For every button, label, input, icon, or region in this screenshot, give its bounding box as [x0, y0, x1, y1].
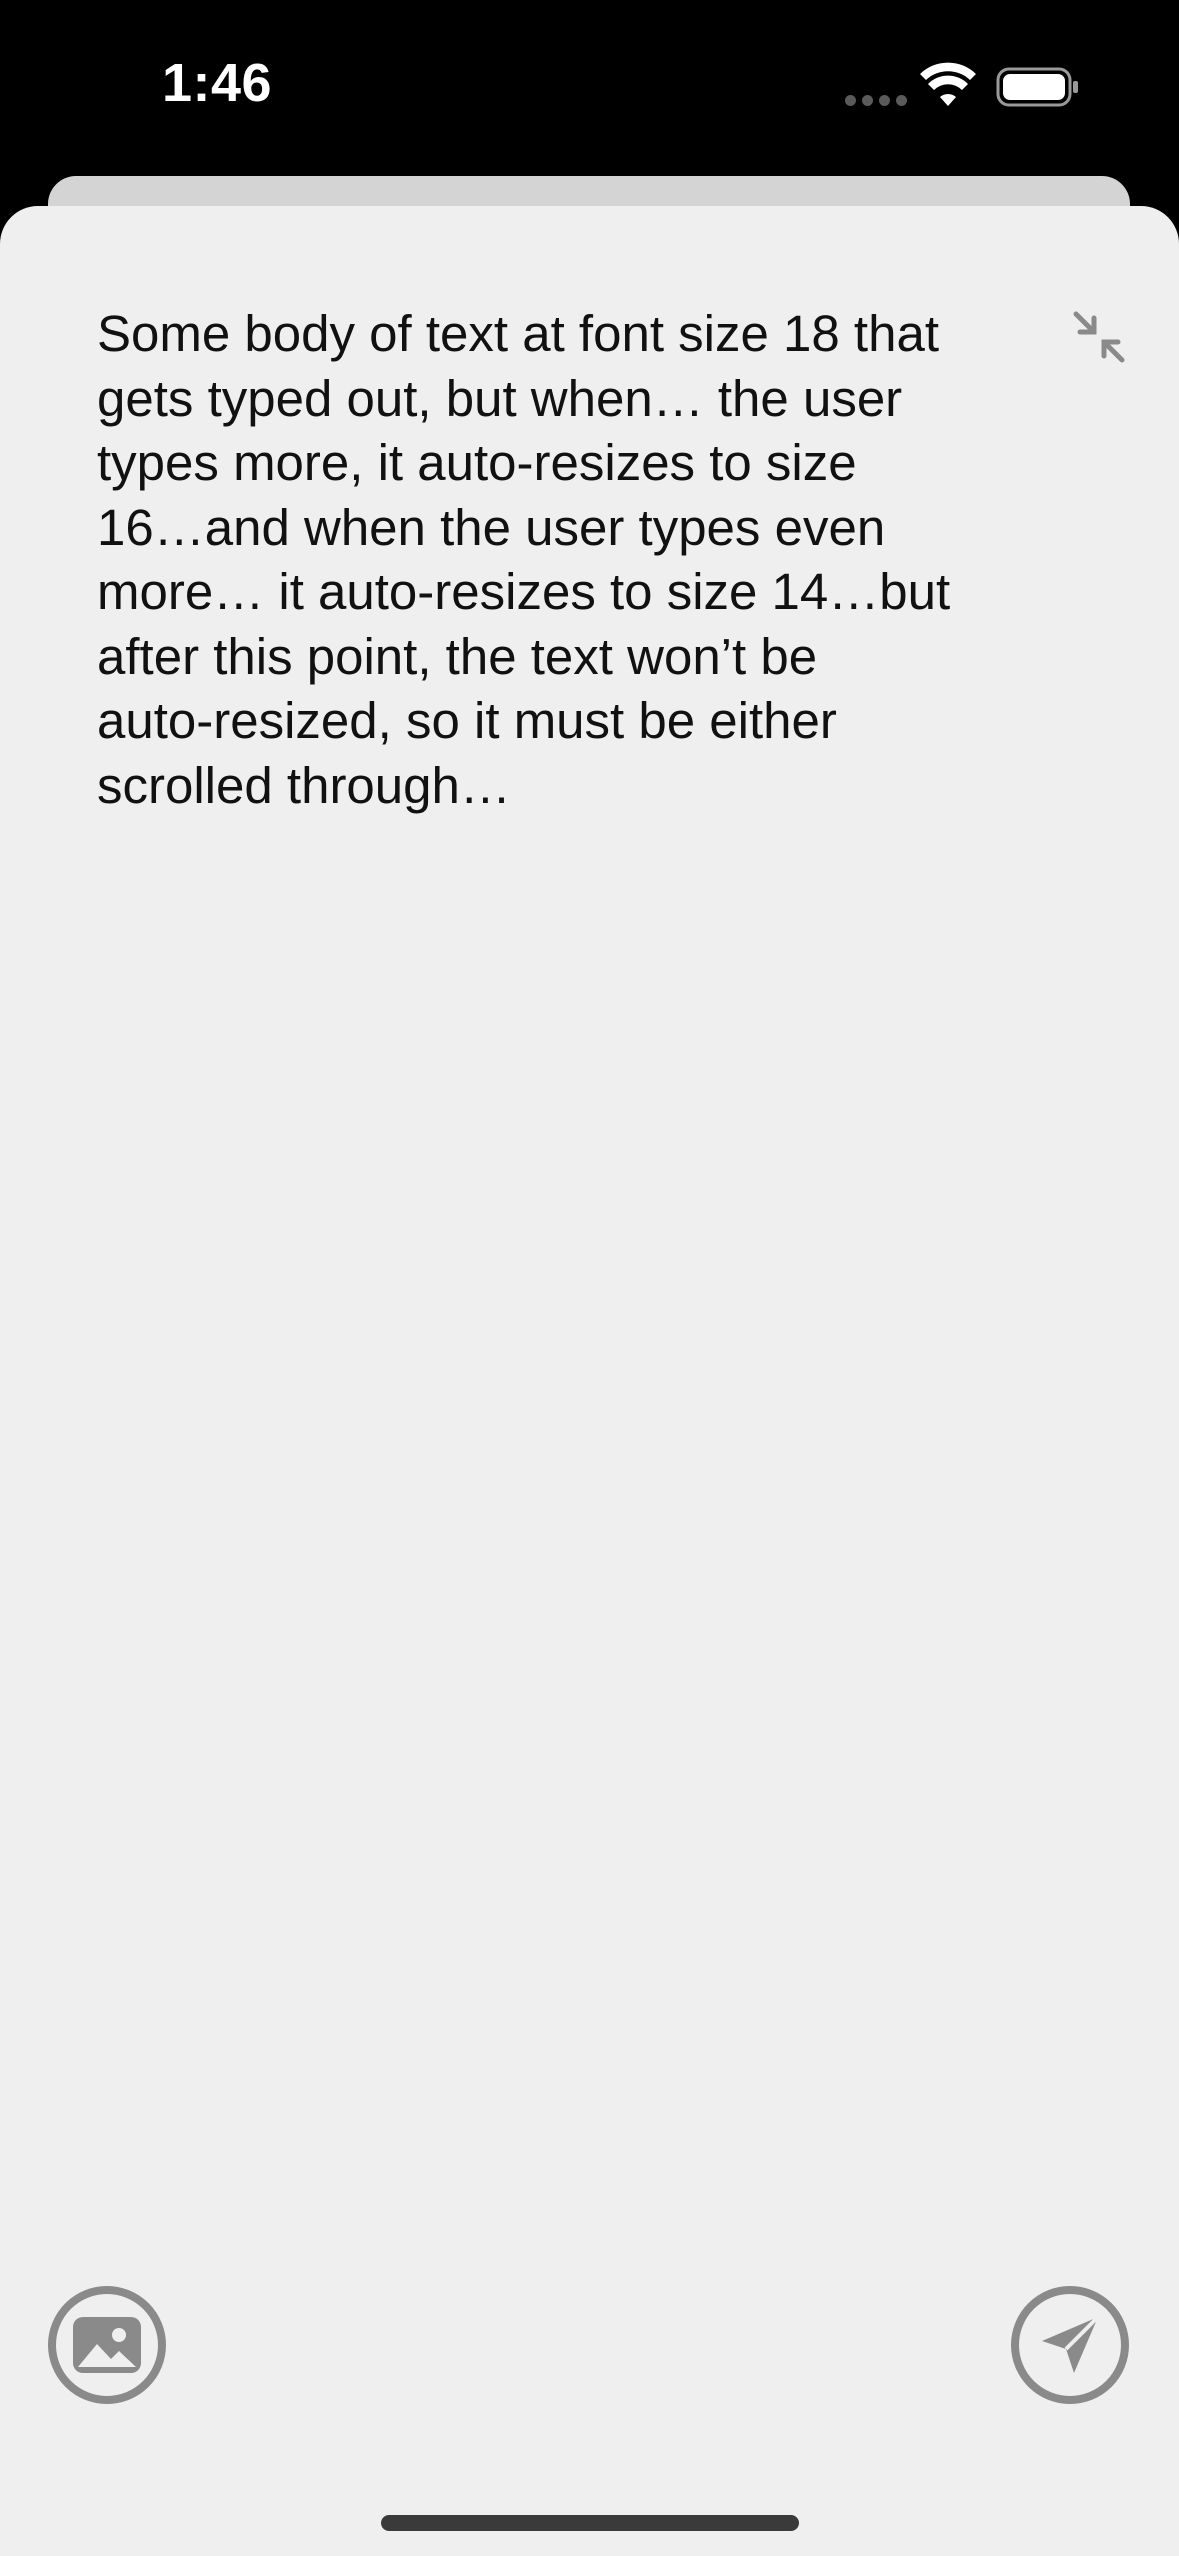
- wifi-icon: [920, 62, 976, 106]
- battery-icon: [996, 67, 1078, 107]
- status-bar: 1:46: [0, 0, 1179, 175]
- send-button[interactable]: [1011, 2286, 1129, 2404]
- home-indicator[interactable]: [381, 2515, 799, 2531]
- signal-icon: [845, 95, 907, 106]
- add-image-button[interactable]: [48, 2286, 166, 2404]
- paper-plane-icon: [1042, 2315, 1100, 2373]
- collapse-button[interactable]: [1068, 306, 1130, 368]
- collapse-arrows-icon: [1073, 311, 1125, 363]
- editor-text-area[interactable]: Some body of text at font size 18 that g…: [97, 302, 1037, 818]
- photo-icon: [73, 2317, 141, 2373]
- status-time: 1:46: [162, 53, 273, 113]
